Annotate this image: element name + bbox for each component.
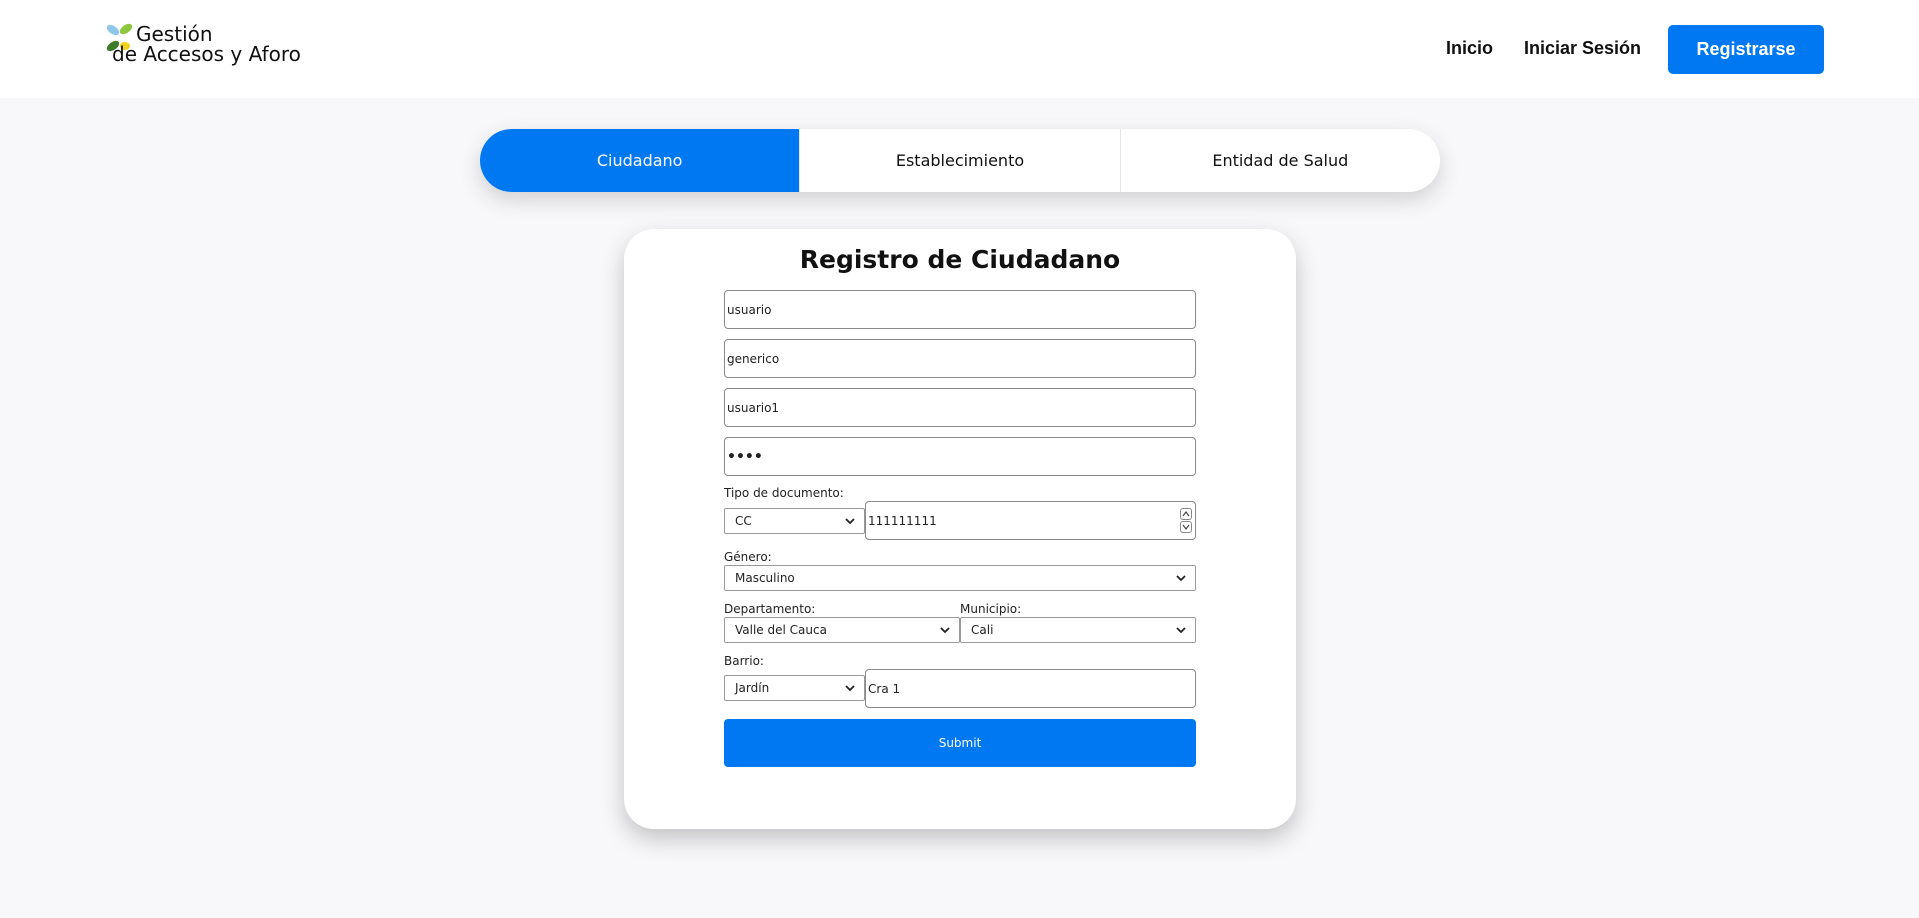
municipality-value: Cali <box>971 623 994 637</box>
logo-text: Gestión de Accesos y Aforo <box>112 24 301 64</box>
doc-type-value: CC <box>735 514 752 528</box>
chevron-down-icon <box>1176 627 1186 634</box>
password-field[interactable]: •••• <box>724 437 1196 476</box>
registration-card: Registro de Ciudadano usuario generico u… <box>624 229 1296 829</box>
tab-ciudadano[interactable]: Ciudadano <box>480 129 801 192</box>
neighborhood-select[interactable]: Jardín <box>724 675 865 701</box>
nav-login-link[interactable]: Iniciar Sesión <box>1524 38 1641 59</box>
page-title: Registro de Ciudadano <box>799 245 1121 274</box>
doc-type-label: Tipo de documento: <box>724 486 844 500</box>
address-value: Cra 1 <box>868 681 901 696</box>
department-select[interactable]: Valle del Cauca <box>724 617 960 643</box>
spinner-up-icon[interactable] <box>1180 508 1192 520</box>
chevron-down-icon <box>845 518 855 525</box>
registration-type-tabs: Ciudadano Establecimiento Entidad de Sal… <box>480 129 1440 192</box>
tab-entidad-salud[interactable]: Entidad de Salud <box>1121 129 1440 192</box>
chevron-down-icon <box>845 685 855 692</box>
last-name-field[interactable]: generico <box>724 339 1196 378</box>
nav-home-link[interactable]: Inicio <box>1446 38 1493 59</box>
logo-line1: Gestión <box>136 22 213 46</box>
username-field[interactable]: usuario1 <box>724 388 1196 427</box>
gender-label: Género: <box>724 550 772 564</box>
tab-establecimiento[interactable]: Establecimiento <box>800 129 1121 192</box>
address-input[interactable]: Cra 1 <box>865 669 1196 708</box>
doc-number-input[interactable]: 111111111 <box>865 501 1196 540</box>
neighborhood-label: Barrio: <box>724 654 764 668</box>
logo-line2: de Accesos y Aforo <box>112 42 301 66</box>
submit-button[interactable]: Submit <box>724 719 1196 767</box>
register-button[interactable]: Registrarse <box>1668 25 1824 74</box>
chevron-down-icon <box>940 627 950 634</box>
neighborhood-value: Jardín <box>735 681 770 695</box>
gender-select[interactable]: Masculino <box>724 565 1196 591</box>
spinner-down-icon[interactable] <box>1180 521 1192 533</box>
doc-type-select[interactable]: CC <box>724 508 865 534</box>
number-spinner[interactable] <box>1180 508 1192 534</box>
chevron-down-icon <box>1176 575 1186 582</box>
doc-number-value: 111111111 <box>868 513 937 528</box>
top-header: Gestión de Accesos y Aforo Inicio Inicia… <box>0 0 1919 98</box>
municipality-select[interactable]: Cali <box>960 617 1196 643</box>
department-label: Departamento: <box>724 602 816 616</box>
gender-value: Masculino <box>735 571 795 585</box>
app-logo[interactable]: Gestión de Accesos y Aforo <box>104 22 304 70</box>
department-value: Valle del Cauca <box>735 623 827 637</box>
municipality-label: Municipio: <box>960 602 1022 616</box>
first-name-field[interactable]: usuario <box>724 290 1196 329</box>
